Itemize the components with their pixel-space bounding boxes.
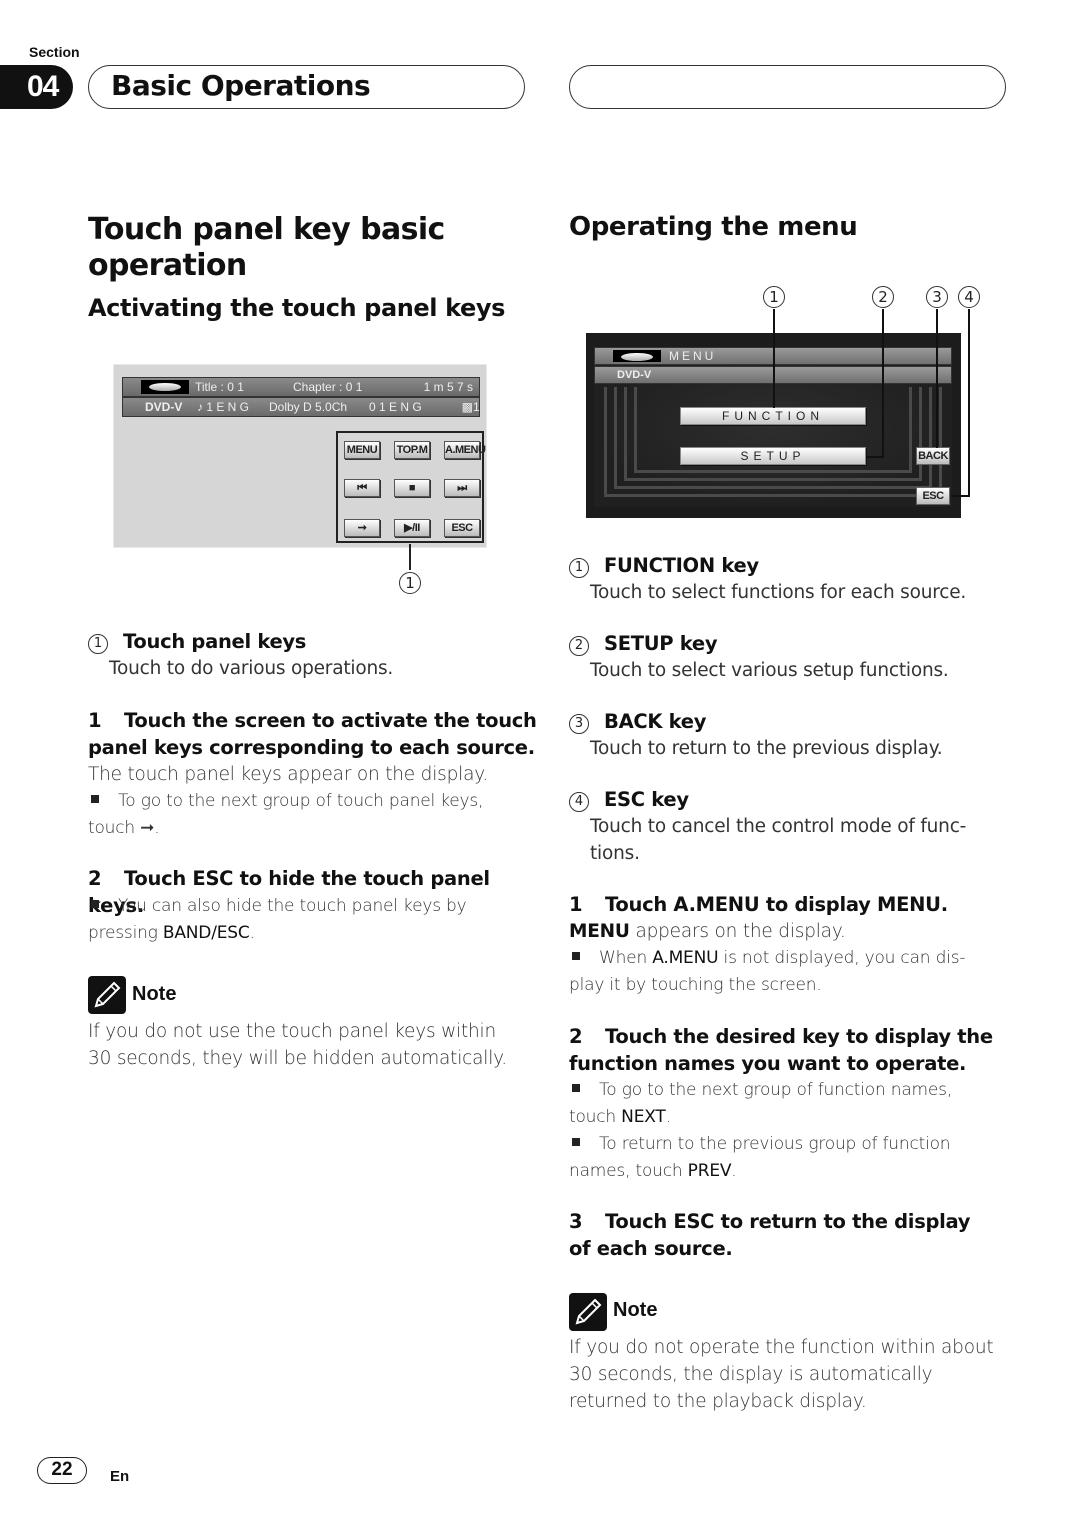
- next-group-arrow-key[interactable]: ➞: [344, 519, 380, 537]
- bullet-icon: [572, 1084, 580, 1092]
- step-2-bullet-next: To go to the next group of function name…: [569, 1080, 953, 1127]
- angle-readout: ▩ 1: [461, 400, 480, 414]
- esc-key[interactable]: ESC: [444, 519, 480, 537]
- empty-title-box: [569, 65, 1006, 109]
- title-readout: Title : 0 1: [195, 380, 244, 394]
- stop-key[interactable]: ■: [394, 479, 430, 497]
- audio-readout: ♪ 1 E N G: [197, 400, 250, 414]
- callout-marker-4: 4: [958, 286, 980, 308]
- previous-track-key[interactable]: ⏮: [344, 479, 380, 497]
- status-bar-bottom: DVD-V ♪ 1 E N G Dolby D 5.0Ch 0 1 E N G …: [122, 397, 480, 417]
- callout-marker-3: 3: [926, 286, 948, 308]
- touch-panel-screen: Title : 0 1 Chapter : 0 1 1 m 5 7 s DVD-…: [113, 364, 487, 548]
- play-pause-key[interactable]: ▶/II: [394, 519, 430, 537]
- pencil-note-icon: [88, 976, 126, 1014]
- bullet-icon: [572, 952, 580, 960]
- page-language: En: [110, 1468, 130, 1485]
- callout-function-key: 1 FUNCTION key Touch to select functions …: [569, 552, 966, 606]
- step-3-esc: 3 Touch ESC to return to the display of e…: [569, 1210, 971, 1260]
- source-label: DVD-V: [617, 369, 652, 381]
- note-text: If you do not operate the function withi…: [569, 1337, 994, 1412]
- menu-key[interactable]: MENU: [344, 441, 380, 459]
- touch-panel-keys: MENU TOP.M A.MENU ⏮ ■ ⏭ ➞ ▶/II ESC: [336, 431, 486, 543]
- leader-line-setup: [882, 309, 884, 458]
- subtitle-readout: 0 1 E N G: [369, 400, 422, 414]
- step-1-body: MENU appears on the display.: [569, 921, 846, 942]
- function-button[interactable]: FUNCTION: [680, 407, 866, 425]
- callout-esc-key: 4 ESC key Touch to cancel the control mod…: [569, 786, 989, 867]
- status-bar-top: Title : 0 1 Chapter : 0 1 1 m 5 7 s: [122, 377, 480, 397]
- callout-marker-1: 1: [763, 286, 785, 308]
- step-1-body: The touch panel keys appear on the displ…: [88, 764, 488, 785]
- step-1-a-menu: 1 Touch A.MENU to display MENU.: [569, 893, 948, 916]
- callout-label: Touch panel keys: [123, 630, 307, 653]
- callout-marker-1: 1: [399, 572, 421, 594]
- step-1-bullet: When A.MENU is not displayed, you can di…: [569, 948, 966, 995]
- callout-back-key: 3 BACK key Touch to return to the previou…: [569, 708, 943, 762]
- bullet-icon: [572, 1138, 580, 1146]
- step-1-bullet: To go to the next group of touch panel k…: [88, 791, 484, 838]
- callout-description: Touch to do various operations.: [109, 658, 394, 679]
- esc-button[interactable]: ESC: [916, 487, 950, 505]
- callout-number: 1: [88, 634, 108, 654]
- step-title: Touch the screen to activate the touch p…: [88, 709, 537, 759]
- leader-line-back: [936, 309, 938, 448]
- time-readout: 1 m 5 7 s: [423, 380, 473, 394]
- step-title: Touch A.MENU to display MENU.: [605, 893, 948, 916]
- disc-icon: [141, 380, 189, 394]
- section-label: Section: [29, 44, 80, 60]
- section-heading-menu: Operating the menu: [569, 212, 858, 242]
- step-2-bullet-prev: To return to the previous group of funct…: [569, 1134, 951, 1181]
- format-readout: Dolby D 5.0Ch: [269, 400, 348, 414]
- bullet-icon: [91, 795, 99, 803]
- callout-touch-panel-keys: 1 Touch panel keys Touch to do various op…: [88, 628, 393, 682]
- chapter-readout: Chapter : 0 1: [293, 380, 363, 394]
- page-title: Touch panel key basic operation: [88, 212, 445, 283]
- step-2-bullet: You can also hide the touch panel keys b…: [88, 896, 467, 943]
- top-menu-key[interactable]: TOP.M: [394, 441, 430, 459]
- section-title: Basic Operations: [111, 69, 371, 102]
- section-number: 04: [0, 65, 73, 109]
- section-title-box: Basic Operations: [88, 65, 525, 109]
- note-label: Note: [132, 983, 177, 1005]
- step-1-activate: 1 Touch the screen to activate the touch …: [88, 709, 537, 759]
- page-number: 22: [37, 1457, 87, 1484]
- callout-leader-line: [409, 544, 411, 570]
- subsection-title: Activating the touch panel keys: [88, 294, 506, 322]
- back-button[interactable]: BACK: [916, 447, 950, 465]
- callout-marker-2: 2: [872, 286, 894, 308]
- setup-button[interactable]: SETUP: [680, 447, 866, 465]
- source-readout: DVD-V: [145, 400, 183, 414]
- next-track-key[interactable]: ⏭: [444, 479, 480, 497]
- a-menu-key[interactable]: A.MENU: [444, 441, 486, 459]
- step-title: Touch ESC to return to the display of ea…: [569, 1210, 971, 1260]
- note-label: Note: [613, 1299, 658, 1321]
- note-text: If you do not use the touch panel keys w…: [88, 1021, 507, 1069]
- leader-line-esc: [968, 309, 970, 497]
- disc-icon: [613, 350, 661, 362]
- bullet-icon: [91, 900, 99, 908]
- callout-setup-key: 2 SETUP key Touch to select various setup…: [569, 630, 949, 684]
- pencil-note-icon: [569, 1293, 607, 1331]
- leader-line-function: [773, 309, 775, 408]
- step-title: Touch the desired key to display the fun…: [569, 1025, 993, 1075]
- menu-title: MENU: [669, 349, 717, 363]
- step-2-desired-key: 2 Touch the desired key to display the fu…: [569, 1025, 993, 1075]
